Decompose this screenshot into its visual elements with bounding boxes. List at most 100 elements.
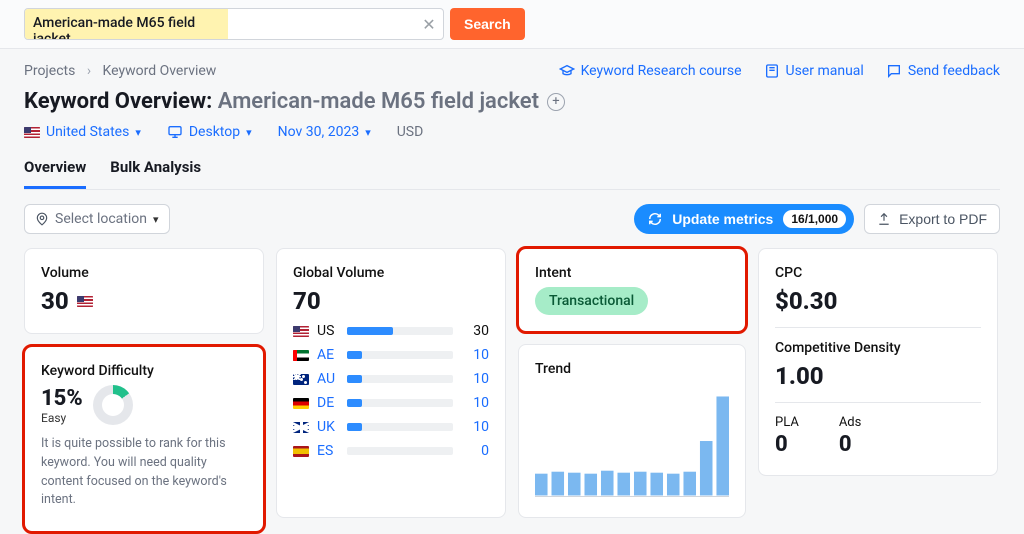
trend-card: Trend — [518, 344, 746, 518]
select-location-dropdown[interactable]: Select location ▾ — [24, 204, 170, 234]
us-flag-icon — [293, 326, 309, 337]
ae-flag-icon — [293, 350, 309, 361]
add-keyword-icon[interactable]: + — [547, 93, 565, 111]
trend-bar — [568, 473, 581, 496]
de-flag-icon — [293, 398, 309, 409]
breadcrumb-root[interactable]: Projects — [24, 63, 75, 79]
breadcrumb: Projects › Keyword Overview — [24, 63, 216, 79]
ads-label: Ads — [839, 415, 862, 430]
trend-bar — [634, 472, 647, 496]
button-label: Export to PDF — [899, 211, 987, 227]
global-volume-list: US30 AE 10 AU10 DE 10 UK10 ES 0 — [293, 323, 489, 459]
volume-value: 0 — [461, 443, 489, 459]
cpc-card: CPC $0.30 Competitive Density 1.00 PLA 0… — [758, 248, 998, 476]
book-icon — [764, 63, 780, 79]
trend-bar — [551, 472, 564, 496]
filter-label: Desktop — [189, 124, 240, 140]
chevron-down-icon: ▾ — [246, 126, 252, 139]
filter-label: Nov 30, 2023 — [278, 124, 360, 140]
trend-bar — [535, 474, 548, 496]
trend-bar — [716, 396, 729, 495]
send-feedback-link[interactable]: Send feedback — [886, 63, 1000, 79]
trend-bar — [617, 473, 630, 496]
intent-badge: Transactional — [535, 287, 648, 315]
intent-card: Intent Transactional — [518, 248, 746, 332]
volume-bar — [347, 375, 453, 383]
es-flag-icon — [293, 446, 309, 457]
card-label: Competitive Density — [775, 340, 981, 356]
tab-bulk-analysis[interactable]: Bulk Analysis — [110, 158, 201, 189]
global-volume-row[interactable]: AU10 — [293, 371, 489, 387]
country-code: AE — [317, 347, 339, 363]
device-filter[interactable]: Desktop ▾ — [167, 124, 252, 140]
volume-value: 10 — [461, 395, 489, 411]
clear-search-icon[interactable]: ✕ — [415, 15, 443, 34]
kd-level: Easy — [41, 411, 83, 425]
global-volume-card: Global Volume 70 US30 AE 10 AU10 DE 10 UK10 ES 0 — [276, 248, 506, 518]
user-manual-link[interactable]: User manual — [764, 63, 864, 79]
volume-value: 10 — [461, 347, 489, 363]
difficulty-donut-chart — [93, 385, 133, 425]
button-label: Update metrics — [672, 211, 773, 227]
country-filter[interactable]: United States ▾ — [24, 124, 141, 140]
chat-icon — [886, 63, 902, 79]
chevron-down-icon: ▾ — [135, 126, 141, 139]
volume-value: 30 — [41, 287, 69, 315]
global-volume-value: 70 — [293, 287, 489, 315]
upload-icon — [877, 212, 891, 226]
card-label: Keyword Difficulty — [41, 363, 247, 379]
volume-bar — [347, 399, 453, 407]
breadcrumb-current: Keyword Overview — [103, 63, 217, 79]
kd-description: It is quite possible to rank for this ke… — [41, 435, 247, 510]
refresh-icon — [648, 212, 662, 226]
chevron-down-icon: ▾ — [365, 126, 371, 139]
chevron-right-icon: › — [87, 63, 91, 79]
global-volume-row: US30 — [293, 323, 489, 339]
trend-bar — [650, 473, 663, 496]
trend-bar — [700, 441, 713, 495]
card-label: Trend — [535, 361, 729, 377]
global-volume-row[interactable]: DE 10 — [293, 395, 489, 411]
trend-bar-chart — [535, 383, 729, 503]
volume-bar — [347, 423, 453, 431]
global-volume-row[interactable]: UK10 — [293, 419, 489, 435]
card-label: CPC — [775, 265, 981, 281]
volume-card: Volume 30 — [24, 248, 264, 334]
card-label: Global Volume — [293, 265, 489, 281]
trend-bar — [683, 472, 696, 496]
tab-overview[interactable]: Overview — [24, 158, 86, 189]
graduation-cap-icon — [559, 63, 575, 79]
us-flag-icon — [77, 296, 93, 307]
filter-label: USD — [397, 124, 424, 140]
update-metrics-button[interactable]: Update metrics 16/1,000 — [634, 204, 854, 234]
search-button[interactable]: Search — [450, 8, 525, 40]
filter-label: United States — [46, 124, 129, 140]
pla-value: 0 — [775, 432, 799, 457]
trend-bar — [584, 474, 597, 496]
keyword-research-course-link[interactable]: Keyword Research course — [559, 63, 742, 79]
location-pin-icon — [35, 212, 49, 226]
page-title-keyword: American-made M65 field jacket — [218, 89, 539, 114]
global-volume-row[interactable]: AE 10 — [293, 347, 489, 363]
au-flag-icon — [293, 374, 309, 385]
country-code: ES — [317, 443, 339, 459]
ads-value: 0 — [839, 432, 862, 457]
uk-flag-icon — [293, 422, 309, 433]
page-title-prefix: Keyword Overview: — [24, 89, 212, 114]
page-title: Keyword Overview: American-made M65 fiel… — [24, 89, 539, 114]
export-pdf-button[interactable]: Export to PDF — [864, 204, 1000, 234]
competitive-density-value: 1.00 — [775, 362, 981, 390]
chevron-down-icon: ▾ — [153, 213, 159, 226]
pla-label: PLA — [775, 415, 799, 430]
volume-bar — [347, 447, 453, 455]
search-input[interactable]: American-made M65 field jacket — [25, 9, 228, 39]
link-label: Send feedback — [908, 63, 1000, 79]
kd-percent: 15% — [41, 386, 83, 411]
global-volume-row[interactable]: ES 0 — [293, 443, 489, 459]
volume-bar — [347, 327, 453, 335]
volume-value: 30 — [461, 323, 489, 339]
country-code: DE — [317, 395, 339, 411]
link-label: User manual — [786, 63, 864, 79]
volume-bar — [347, 351, 453, 359]
date-filter[interactable]: Nov 30, 2023 ▾ — [278, 124, 371, 140]
